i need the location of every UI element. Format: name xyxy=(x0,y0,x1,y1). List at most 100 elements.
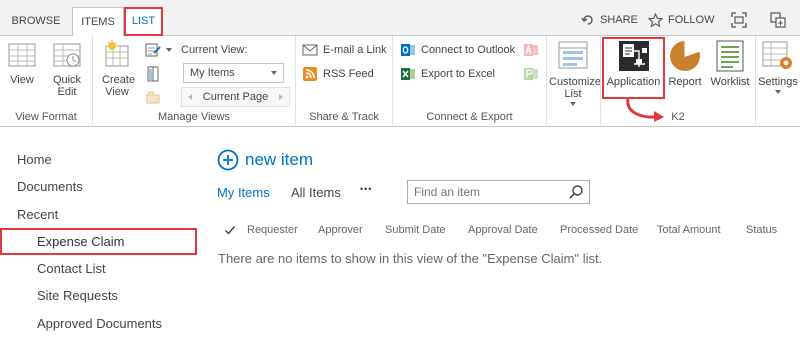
tab-browse[interactable]: BROWSE xyxy=(5,7,67,36)
focus-icon xyxy=(731,12,747,28)
settings-icon xyxy=(762,41,792,69)
star-icon xyxy=(648,12,663,27)
open-access-button[interactable] xyxy=(523,40,539,60)
ribbon: View Quick Edit View Format Create View … xyxy=(0,36,800,127)
current-page-pager[interactable]: Current Page xyxy=(181,87,290,107)
nav-recent[interactable]: Recent xyxy=(17,207,58,222)
email-link-button[interactable]: E-mail a Link xyxy=(302,40,387,60)
current-view-value: My Items xyxy=(190,67,235,79)
column-header-submit-date[interactable]: Submit Date xyxy=(385,224,446,236)
create-view-icon xyxy=(105,40,129,67)
new-item-button[interactable]: new item xyxy=(217,149,313,171)
dropdown-arrow-icon xyxy=(570,102,576,106)
k2-arrow-annotation xyxy=(626,98,664,122)
column-header-approval-date[interactable]: Approval Date xyxy=(468,224,538,236)
rss-icon xyxy=(303,67,317,81)
column-header-approver[interactable]: Approver xyxy=(318,224,363,236)
customize-list-icon xyxy=(558,41,588,69)
chevron-down-icon xyxy=(271,71,277,75)
view-label: View xyxy=(10,74,34,86)
export-excel-label: Export to Excel xyxy=(421,68,495,80)
application-highlight xyxy=(602,37,665,99)
rss-feed-button[interactable]: RSS Feed xyxy=(302,64,374,84)
quick-edit-button[interactable]: Quick Edit xyxy=(48,40,86,98)
project-icon xyxy=(524,68,538,80)
group-label-view-format: View Format xyxy=(15,111,77,123)
nav-contact-list[interactable]: Contact List xyxy=(37,261,106,276)
connect-outlook-label: Connect to Outlook xyxy=(421,44,516,56)
more-views-button[interactable]: ••• xyxy=(360,184,372,194)
column-header-requester[interactable]: Requester xyxy=(247,224,298,236)
excel-icon xyxy=(401,68,415,80)
group-label-share-track: Share & Track xyxy=(309,111,379,123)
outlook-icon xyxy=(401,44,415,56)
create-view-button[interactable]: Create View xyxy=(99,40,135,98)
new-item-label: new item xyxy=(245,150,314,169)
column-header-total-amount[interactable]: Total Amount xyxy=(657,224,721,236)
current-page-label: Current Page xyxy=(202,91,269,103)
email-icon xyxy=(302,44,318,56)
add-icon xyxy=(217,149,239,171)
column-icon xyxy=(147,66,159,82)
k2-report-button[interactable]: Report xyxy=(666,40,704,88)
tab-list[interactable]: LIST xyxy=(124,7,163,36)
share-icon xyxy=(581,15,593,25)
next-page-icon[interactable] xyxy=(279,94,283,100)
email-link-label: E-mail a Link xyxy=(323,44,387,56)
settings-label: Settings xyxy=(758,76,798,88)
customize-list-label: Customize List xyxy=(549,76,601,100)
current-view-select[interactable]: My Items xyxy=(183,63,284,83)
dropdown-arrow-icon xyxy=(166,48,172,52)
follow-label: FOLLOW xyxy=(668,14,715,26)
follow-button[interactable]: FOLLOW xyxy=(648,10,714,30)
tab-items[interactable]: ITEMS xyxy=(72,7,124,36)
expense-claim-highlight xyxy=(0,228,197,255)
dropdown-arrow-icon xyxy=(775,90,781,94)
view-tab-my-items[interactable]: My Items xyxy=(217,185,270,200)
access-icon xyxy=(524,43,538,56)
modify-view-icon xyxy=(145,43,161,57)
create-column-button[interactable] xyxy=(145,64,161,84)
column-header-processed-date[interactable]: Processed Date xyxy=(560,224,638,236)
navigate-up-icon xyxy=(146,91,160,104)
list-settings-button[interactable]: Settings xyxy=(756,40,800,94)
share-label: SHARE xyxy=(600,14,638,26)
nav-home[interactable]: Home xyxy=(17,152,52,167)
sync-button[interactable] xyxy=(769,10,787,30)
nav-documents[interactable]: Documents xyxy=(17,179,83,194)
sync-icon xyxy=(770,12,786,28)
report-label: Report xyxy=(668,76,702,88)
column-header-status[interactable]: Status xyxy=(746,224,777,236)
worklist-icon xyxy=(716,40,744,72)
quick-edit-label: Quick Edit xyxy=(52,74,82,98)
export-excel-button[interactable]: Export to Excel xyxy=(400,64,495,84)
rss-feed-label: RSS Feed xyxy=(323,68,374,80)
search-icon[interactable] xyxy=(568,184,584,200)
focus-on-content-button[interactable] xyxy=(730,10,748,30)
group-divider xyxy=(546,36,547,124)
connect-outlook-button[interactable]: Connect to Outlook xyxy=(400,40,515,60)
customize-list-button[interactable]: Customize List xyxy=(548,40,601,106)
view-icon xyxy=(8,43,36,67)
group-label-connect-export: Connect & Export xyxy=(426,111,513,123)
modify-view-button[interactable] xyxy=(145,40,172,60)
empty-list-message: There are no items to show in this view … xyxy=(218,251,603,266)
nav-approved-documents[interactable]: Approved Documents xyxy=(37,316,162,331)
open-project-button[interactable] xyxy=(523,64,539,84)
search-input[interactable] xyxy=(408,181,558,203)
group-label-manage-views: Manage Views xyxy=(158,111,230,123)
view-button[interactable]: View xyxy=(4,40,40,86)
quick-edit-icon xyxy=(53,43,81,67)
ribbon-tab-bar: BROWSE ITEMS LIST SHARE FOLLOW xyxy=(0,0,800,36)
k2-worklist-button[interactable]: Worklist xyxy=(708,40,752,88)
create-view-label: Create View xyxy=(102,74,136,98)
worklist-label: Worklist xyxy=(710,76,750,88)
view-tab-all-items[interactable]: All Items xyxy=(291,185,341,200)
search-box xyxy=(407,180,590,204)
select-all-checkmark-icon[interactable] xyxy=(224,224,236,236)
nav-site-requests[interactable]: Site Requests xyxy=(37,288,118,303)
current-view-label: Current View: xyxy=(181,44,248,56)
previous-page-icon[interactable] xyxy=(188,94,192,100)
navigate-up-button[interactable] xyxy=(145,87,161,107)
share-button[interactable]: SHARE xyxy=(581,10,638,30)
